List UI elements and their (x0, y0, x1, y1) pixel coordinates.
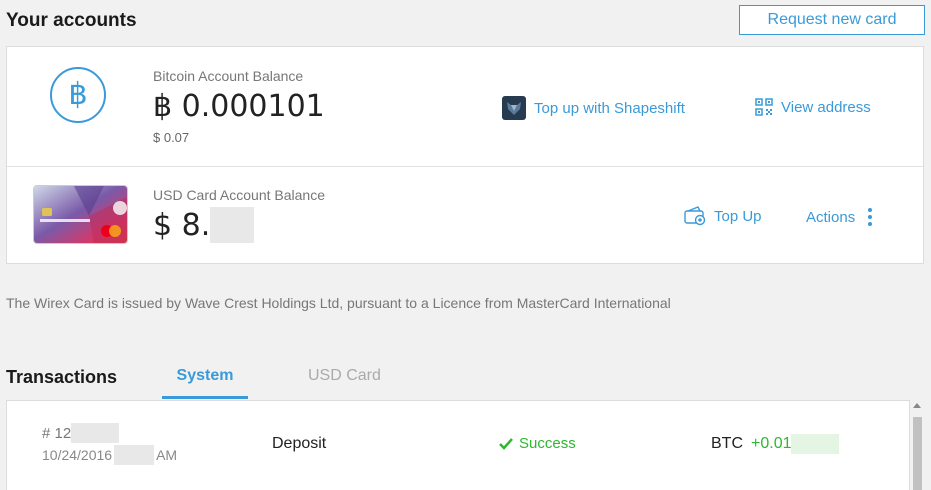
more-vertical-icon[interactable] (867, 207, 873, 227)
redacted-block (210, 207, 255, 243)
active-tab-indicator (162, 396, 248, 399)
check-icon (499, 437, 513, 450)
tx-id-cell: # 12 (42, 423, 120, 443)
card-issuer-notice: The Wirex Card is issued by Wave Crest H… (6, 295, 671, 311)
topup-shapeshift-link[interactable]: Top up with Shapeshift (502, 96, 685, 120)
view-address-link[interactable]: View address (755, 98, 871, 116)
scroll-thumb[interactable] (913, 417, 922, 490)
redacted-block (114, 445, 155, 465)
tx-amount-cell: BTC +0.01 (711, 434, 840, 454)
tab-system[interactable]: System (162, 367, 248, 385)
request-new-card-button[interactable]: Request new card (739, 5, 925, 35)
tx-status-label: Success (519, 435, 576, 452)
usd-balance: $ 8. (153, 207, 211, 243)
bitcoin-icon: ฿ (50, 67, 106, 123)
redacted-block (791, 434, 840, 454)
tx-id: # 12 (42, 424, 72, 442)
shapeshift-fox-icon (502, 96, 526, 120)
transactions-list: # 12 10/24/2016 AM Deposit Success BTC +… (6, 400, 910, 490)
tx-date: 10/24/2016 (42, 447, 113, 463)
usd-balance-label: USD Card Account Balance (153, 187, 325, 203)
tx-type: Deposit (272, 435, 327, 452)
usd-topup-link[interactable]: Top Up (684, 206, 762, 226)
scroll-up-arrow-icon[interactable] (913, 403, 921, 408)
accounts-panel: ฿ Bitcoin Account Balance ฿ 0.000101 $ 0… (6, 46, 924, 264)
redacted-block (71, 423, 120, 443)
table-row[interactable]: # 12 10/24/2016 AM Deposit Success BTC +… (7, 401, 909, 487)
bitcoin-fiat-value: $ 0.07 (153, 130, 190, 145)
topup-shapeshift-label: Top up with Shapeshift (534, 99, 685, 117)
tab-usd-card[interactable]: USD Card (308, 367, 381, 385)
tx-date-cell: 10/24/2016 AM (42, 445, 177, 465)
tx-status: Success (499, 435, 576, 452)
actions-label: Actions (806, 208, 856, 226)
scrollbar[interactable] (910, 400, 931, 490)
qr-code-icon (755, 98, 773, 116)
actions-menu[interactable]: Actions (806, 207, 873, 227)
tx-currency: BTC (711, 435, 743, 452)
usd-balance-row: $ 8. (153, 207, 255, 243)
wallet-topup-icon (684, 206, 706, 226)
transactions-title: Transactions (6, 367, 118, 387)
bitcoin-balance-label: Bitcoin Account Balance (153, 68, 304, 84)
page-title: Your accounts (6, 10, 137, 31)
view-address-label: View address (781, 98, 871, 116)
tx-amount: +0.01 (751, 435, 792, 452)
row-divider (7, 166, 923, 167)
tx-time-suffix: AM (156, 447, 178, 463)
usd-topup-label: Top Up (714, 207, 762, 225)
mastercard-card-image (33, 185, 128, 244)
bitcoin-balance: ฿ 0.000101 (153, 89, 325, 124)
